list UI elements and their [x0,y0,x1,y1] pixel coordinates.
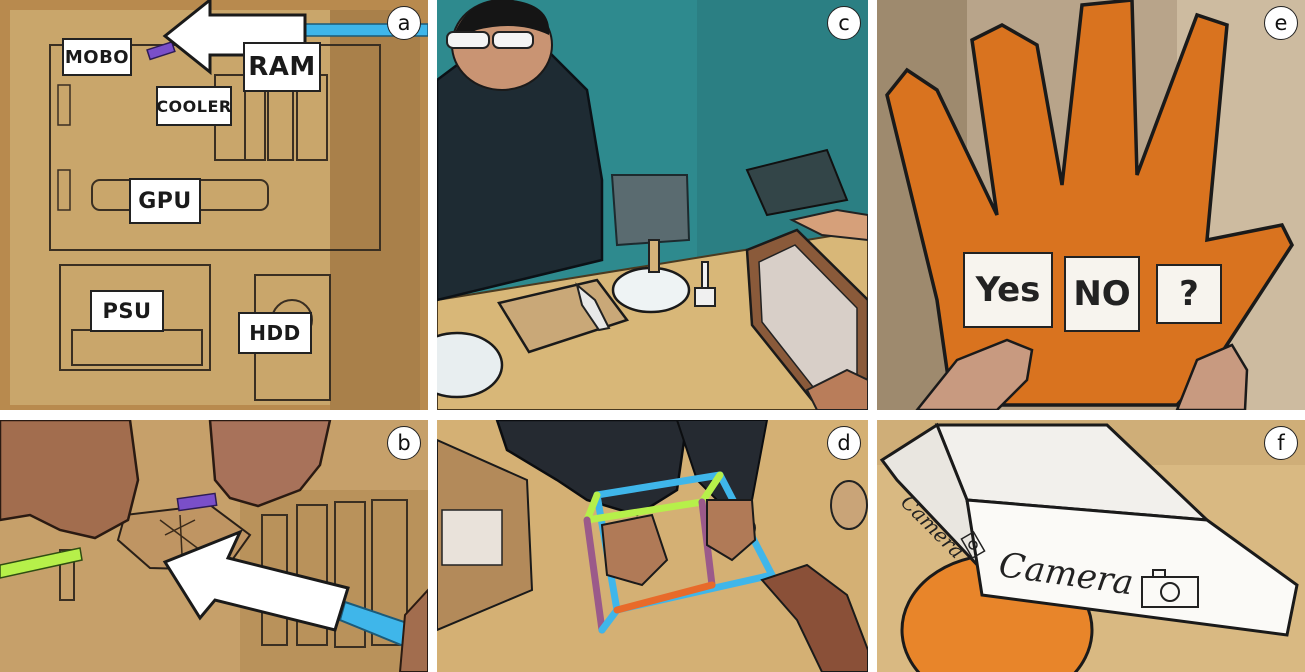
option-yes: Yes [963,252,1053,328]
panel-c: c [437,0,868,410]
panel-letter-d: d [827,426,861,460]
panel-letter-b: b [387,426,421,460]
label-mobo: MOBO [62,38,132,76]
panel-b: b [0,420,428,672]
label-cooler: COOLER [156,86,232,126]
label-gpu: GPU [129,178,201,224]
panel-letter-a: a [387,6,421,40]
option-no: NO [1064,256,1140,332]
kitchen-roleplay-scene [437,0,868,410]
panel-e: Yes NO ? e [877,0,1305,410]
panel-letter-c: c [827,6,861,40]
label-hdd: HDD [238,312,312,354]
label-psu: PSU [90,290,164,332]
panel-letter-f: f [1264,426,1298,460]
panel-a: MOBO RAM COOLER GPU PSU HDD a [0,0,428,410]
label-ram: RAM [243,42,321,92]
hands-assembly-scene [0,420,428,672]
stick-cube-scene [437,420,868,672]
panel-letter-e: e [1264,6,1298,40]
option-unknown: ? [1156,264,1222,324]
panel-f: Camera Camera f [877,420,1305,672]
panel-d: d [437,420,868,672]
hand-cutout-scene [877,0,1305,410]
